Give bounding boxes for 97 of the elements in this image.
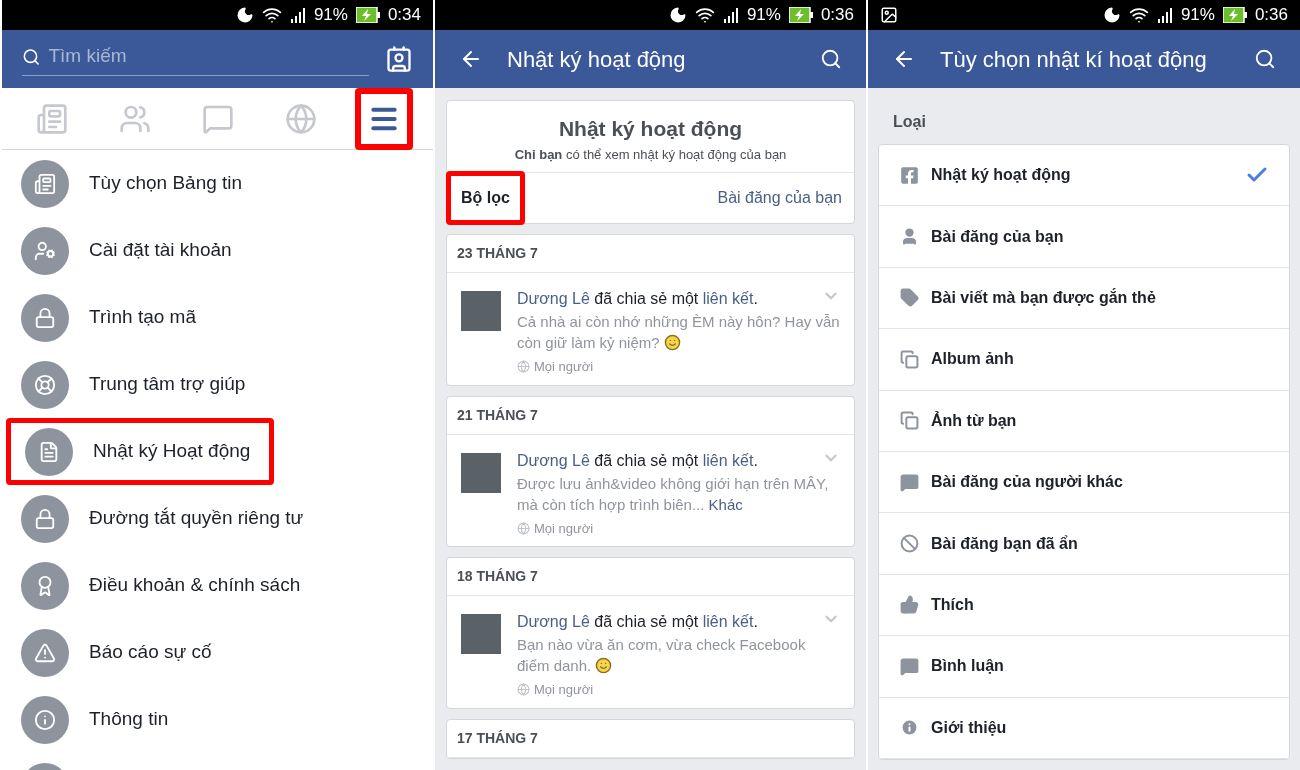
- page-title: Tùy chọn nhật kí hoạt động: [940, 45, 1208, 74]
- activity-sentence: Dương Lê đã chia sẻ một liên kết.: [517, 450, 759, 471]
- battery-charging-icon: [788, 7, 813, 23]
- filter-option[interactable]: Bài đăng của bạn: [879, 206, 1289, 268]
- filter-button[interactable]: Bộ lọc: [446, 171, 525, 225]
- activity-sentence: Dương Lê đã chia sẻ một liên kết.: [517, 612, 759, 632]
- feed-icon: [35, 102, 68, 135]
- album-icon: [899, 411, 919, 431]
- search-field[interactable]: Tìm kiếm: [22, 42, 369, 76]
- activity-sentence: Dương Lê đã chia sẻ một liên kết.: [517, 289, 759, 309]
- globe-icon: [517, 683, 530, 697]
- battery-percent: 91%: [746, 4, 781, 27]
- filter-option[interactable]: Ảnh từ bạn: [879, 390, 1289, 452]
- ban-icon: [899, 534, 919, 554]
- privacy-label: Mọi người: [534, 681, 594, 699]
- filter-option[interactable]: Giới thiệu: [879, 697, 1289, 759]
- battery-percent: 91%: [1180, 4, 1215, 27]
- menu-item-icon: [21, 159, 69, 208]
- menu-tab[interactable]: [354, 87, 413, 150]
- battery-charging-icon: [1222, 7, 1247, 23]
- filter-option[interactable]: Bài đăng bạn đã ẩn: [879, 513, 1289, 575]
- clock-time: 0:34: [387, 4, 421, 27]
- menu-item[interactable]: Cài đặt tài khoản: [2, 217, 433, 284]
- moon-icon: [668, 6, 687, 24]
- date-heading: 23 THÁNG 7: [457, 244, 538, 263]
- card-title: Nhật ký hoạt động: [558, 116, 743, 142]
- signal-icon: [289, 7, 306, 23]
- moon-icon: [1102, 6, 1121, 24]
- clock-time: 0:36: [820, 4, 854, 27]
- page-title: Nhật ký hoạt động: [507, 45, 687, 74]
- date-heading: 21 THÁNG 7: [457, 405, 538, 425]
- post-text: Cả nhà ai còn nhớ những ÈM này hôn? Hay vẫn còn giữ làm kỷ niệm?: [517, 313, 840, 351]
- facebook-logo: [899, 165, 919, 185]
- card-subtitle: Chỉ bạn có thể xem nhật ký hoạt động của bạn: [514, 145, 787, 164]
- wifi-icon: [694, 5, 715, 25]
- filter-option[interactable]: Bài viết mà bạn được gắn thẻ: [879, 267, 1289, 330]
- globe-icon: [517, 360, 530, 374]
- menu-item[interactable]: Đường tắt quyền riêng tư: [2, 485, 433, 552]
- date-heading: 17 THÁNG 7: [457, 728, 538, 748]
- menu-item-icon: [21, 360, 69, 409]
- filter-option[interactable]: Bình luận: [879, 636, 1289, 698]
- menu-item-icon: [21, 226, 69, 275]
- posts-link[interactable]: Bài đăng của bạn: [717, 186, 842, 210]
- filter-option[interactable]: Thích: [879, 574, 1289, 637]
- signal-icon: [722, 7, 739, 23]
- menu-item-icon: [21, 695, 69, 744]
- menu-item[interactable]: Nhật ký Hoạt động: [6, 418, 274, 485]
- wifi-icon: [1128, 5, 1149, 25]
- activity-link[interactable]: liên kết: [702, 290, 754, 307]
- battery-charging-icon: [355, 7, 380, 23]
- wifi-icon: [261, 5, 282, 25]
- tag-icon: [899, 288, 919, 308]
- search-icon[interactable]: [1254, 48, 1276, 70]
- menu-item[interactable]: Trung tâm trợ giúp: [2, 351, 433, 418]
- comment-icon: [899, 656, 919, 676]
- section-label: Loại: [893, 113, 926, 130]
- privacy-label: Mọi người: [534, 358, 594, 376]
- search-input[interactable]: Tìm kiếm: [48, 42, 369, 71]
- search-icon: [22, 46, 41, 67]
- post-text: Được lưu ảnh&video không giới hạn trên MÂY, mà còn tích hợp trình biên... Khác: [517, 474, 829, 513]
- date-heading: 18 THÁNG 7: [457, 567, 538, 586]
- comment-alert-icon: [899, 472, 919, 492]
- filter-option[interactable]: Bài đăng của người khác: [879, 451, 1289, 514]
- moon-icon: [235, 6, 254, 24]
- filter-option[interactable]: Album ảnh: [879, 329, 1289, 391]
- photo-placeholder: [461, 614, 501, 654]
- thumbs-up-icon: [899, 595, 919, 615]
- menu-item[interactable]: Tùy chọn Bảng tin: [2, 150, 433, 217]
- clock-time: 0:36: [1254, 4, 1288, 27]
- author-link[interactable]: Dương Lê: [517, 451, 590, 469]
- globe-icon: [517, 521, 530, 535]
- battery-percent: 91%: [313, 4, 348, 27]
- filter-option[interactable]: Nhật ký hoạt động: [879, 145, 1289, 207]
- globe-icon: [284, 102, 317, 135]
- menu-item-icon: [21, 494, 69, 543]
- info-icon: [899, 718, 919, 738]
- signal-icon: [1156, 7, 1173, 23]
- menu-item-icon: [21, 628, 69, 677]
- menu-item[interactable]: Thông tin: [2, 686, 433, 753]
- album-icon: [899, 349, 919, 369]
- menu-item[interactable]: Báo cáo sự cố: [2, 619, 433, 686]
- menu-item-icon: [25, 427, 73, 476]
- menu-item[interactable]: Điều khoản & chính sách: [2, 552, 433, 619]
- photo-placeholder: [461, 291, 501, 331]
- search-icon[interactable]: [820, 48, 842, 70]
- menu-item-icon: [21, 561, 69, 610]
- menu-item[interactable]: Trình tạo mã: [2, 284, 433, 351]
- post-text: Bạn nào vừa ăn cơm, vừa check Facebook điểm danh.: [517, 636, 806, 674]
- author-link[interactable]: Dương Lê: [517, 613, 590, 630]
- activity-link[interactable]: liên kết: [702, 613, 754, 630]
- more-link[interactable]: Khác: [708, 495, 743, 513]
- privacy-label: Mọi người: [534, 519, 594, 538]
- photo-placeholder: [461, 452, 501, 493]
- menu-item-icon: [21, 293, 69, 342]
- contacts-icon[interactable]: [385, 45, 413, 73]
- author-link[interactable]: Dương Lê: [517, 290, 590, 307]
- activity-link[interactable]: liên kết: [702, 451, 754, 469]
